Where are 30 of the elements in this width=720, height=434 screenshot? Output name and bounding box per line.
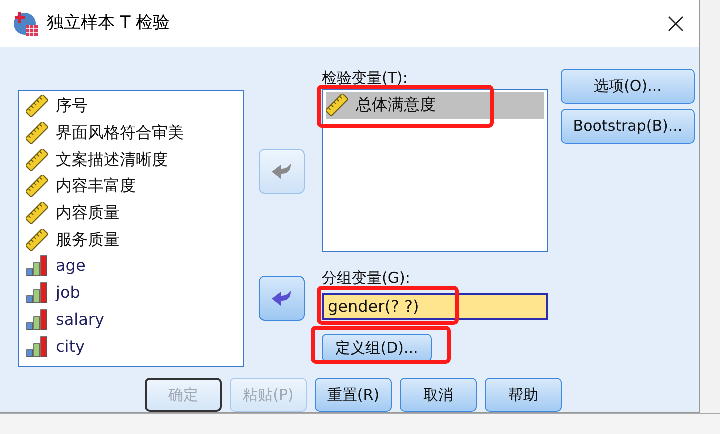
grouping-variable-field[interactable]: gender(? ?) [322, 293, 548, 320]
test-variable-label: 检验变量(T): [322, 68, 409, 89]
dialog-button[interactable]: Bootstrap(B)... [561, 109, 695, 144]
move-button[interactable] [259, 276, 305, 321]
dialog-button[interactable]: 取消 [400, 378, 477, 412]
bar-chart-icon [26, 282, 48, 304]
variable-item[interactable]: 界面风格符合审美 [26, 120, 243, 146]
app-icon [13, 10, 39, 36]
variable-item[interactable]: job [26, 280, 243, 306]
define-groups-button[interactable]: 定义组(D)... [322, 334, 432, 362]
variable-item[interactable]: salary [26, 306, 243, 334]
variable-item[interactable]: age [26, 253, 243, 280]
variable-item[interactable]: 服务质量 [26, 226, 243, 254]
dialog-button[interactable]: 帮助 [485, 378, 562, 412]
return-arrow-icon [271, 162, 293, 180]
variable-item[interactable]: 序号 [26, 93, 243, 120]
dialog-button[interactable]: 选项(O)... [561, 69, 695, 104]
variable-item[interactable]: 总体满意度 [326, 92, 544, 119]
variable-item[interactable]: 内容质量 [26, 200, 243, 226]
grouping-variable-label: 分组变量(G): [322, 268, 412, 289]
variable-item[interactable]: 内容丰富度 [26, 173, 243, 200]
bar-chart-icon [26, 308, 48, 331]
window-title: 独立样本 T 检验 [47, 12, 170, 35]
variable-item[interactable]: city [26, 333, 243, 360]
variable-item[interactable]: 文案描述清晰度 [26, 146, 243, 174]
dialog-button[interactable]: 重置(R) [315, 378, 392, 412]
bar-chart-icon [26, 255, 48, 278]
ruler-icon [326, 94, 348, 116]
return-arrow-icon [271, 290, 293, 308]
bar-chart-icon [26, 336, 48, 358]
